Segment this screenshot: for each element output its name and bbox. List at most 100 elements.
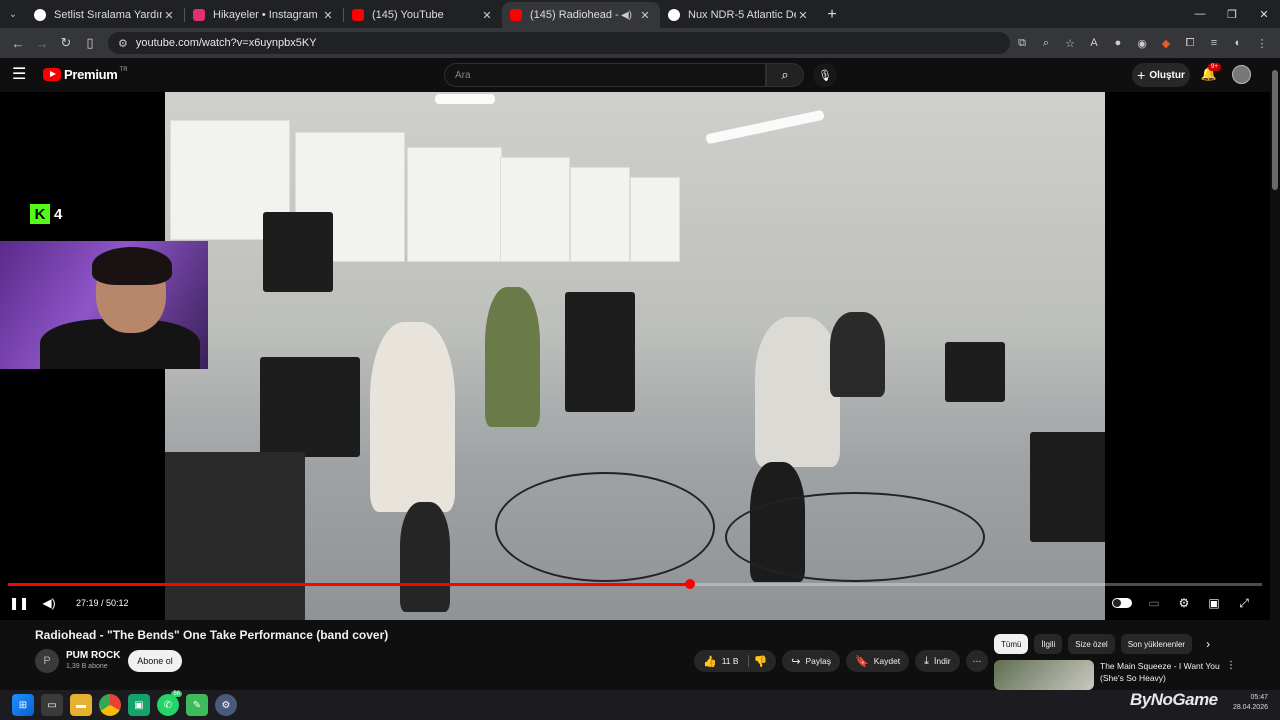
- chip-recent[interactable]: Son yüklenenler: [1120, 634, 1193, 654]
- address-bar: ← → ↻ ▯ ⚙ youtube.com/watch?v=x6uynpbx5K…: [0, 28, 1280, 58]
- extension-icon[interactable]: ●: [1106, 31, 1130, 55]
- fullscreen-icon[interactable]: ⤢: [1236, 594, 1252, 612]
- youtube-premium-logo[interactable]: Premium TR: [43, 67, 128, 82]
- reload-icon[interactable]: ↻: [54, 31, 78, 55]
- app-icon[interactable]: ▣: [128, 694, 150, 716]
- settings-gear-icon[interactable]: ⚙: [1176, 594, 1192, 612]
- speaker-icon[interactable]: ◀): [621, 10, 632, 21]
- browser-tab-instagram[interactable]: Hikayeler • Instagram ✕: [185, 2, 343, 28]
- windows-start-icon[interactable]: ⊞: [12, 694, 34, 716]
- install-icon[interactable]: ⧉: [1010, 31, 1034, 55]
- search-button[interactable]: ⌕: [766, 63, 804, 87]
- avatar[interactable]: [1232, 65, 1251, 84]
- share-icon: ↪: [791, 655, 801, 668]
- windows-taskbar: ⊞ ▭ ▬ ▣ ✆ 58 ✎ ⚙: [0, 690, 1280, 720]
- close-tab-icon[interactable]: ✕: [162, 9, 176, 22]
- clock-time: 05:47: [1250, 694, 1268, 701]
- player-controls-right: ▭ ⚙ ▣ ⤢: [1112, 594, 1252, 612]
- extension-icon[interactable]: ◉: [1130, 31, 1154, 55]
- create-button[interactable]: + Oluştur: [1132, 63, 1190, 87]
- page-scrollbar[interactable]: [1270, 58, 1280, 690]
- back-icon[interactable]: ←: [6, 31, 30, 55]
- extension-toolbar: ⧉ ⌕ ☆ A ● ◉ ◆ ⧠ ≡ ◐ ⋮: [1010, 31, 1274, 55]
- close-tab-icon[interactable]: ✕: [480, 9, 494, 22]
- tab-search-icon[interactable]: ⌄: [0, 0, 26, 28]
- speaker-cabinet: [263, 212, 333, 292]
- close-tab-icon[interactable]: ✕: [321, 9, 335, 22]
- browser-tab-youtube[interactable]: (145) YouTube ✕: [344, 2, 502, 28]
- browser-tab-setlist[interactable]: Setlist Sıralama Yardımı ✕: [26, 2, 184, 28]
- menu-icon[interactable]: ⋮: [1250, 31, 1274, 55]
- zoom-icon[interactable]: ⌕: [1034, 31, 1058, 55]
- more-icon[interactable]: ⋮: [1226, 660, 1236, 671]
- notepad-icon[interactable]: ✎: [186, 694, 208, 716]
- site-info-icon[interactable]: ⚙: [118, 37, 128, 50]
- chip-all[interactable]: Tümü: [994, 634, 1029, 654]
- streamer-webcam: [0, 241, 208, 369]
- video-frame[interactable]: [165, 92, 1105, 620]
- voice-search-icon[interactable]: 🎙: [813, 63, 837, 87]
- tab-title: Setlist Sıralama Yardımı: [54, 9, 162, 21]
- new-tab-button[interactable]: +: [818, 2, 846, 28]
- chip-related[interactable]: İlgili: [1034, 634, 1063, 654]
- settings-icon[interactable]: ⚙: [215, 694, 237, 716]
- search-input[interactable]: Ara: [444, 63, 766, 87]
- url-field[interactable]: ⚙ youtube.com/watch?v=x6uynpbx5KY: [108, 32, 1010, 54]
- bassist: [485, 287, 540, 427]
- subtitles-icon[interactable]: ▭: [1146, 594, 1162, 612]
- bass-amplifier: [565, 292, 635, 412]
- close-tab-icon[interactable]: ✕: [638, 9, 652, 22]
- autoplay-toggle[interactable]: [1112, 598, 1132, 608]
- theater-mode-icon[interactable]: ▣: [1206, 594, 1222, 612]
- webcam-hair: [92, 247, 172, 285]
- tab-favicon: [352, 9, 364, 21]
- video-player[interactable]: K 4 ❚❚ ◀) 27:19 / 50:12 ▭ ⚙ ▣ ⤢: [0, 92, 1270, 620]
- channel-name[interactable]: PUM ROCK: [66, 650, 120, 661]
- recommendation-thumbnail[interactable]: [994, 660, 1094, 690]
- extensions-puzzle-icon[interactable]: ⧠: [1178, 31, 1202, 55]
- keyboard-amplifier: [1030, 432, 1105, 542]
- floor-cable: [495, 472, 715, 582]
- recommendation-title[interactable]: The Main Squeeze - I Want You (She's So …: [1100, 660, 1220, 684]
- tab-title: (145) Radiohead - "The Ben: [530, 9, 621, 21]
- progress-bar[interactable]: [8, 579, 1262, 589]
- ceiling-light: [705, 109, 825, 145]
- extension-icon[interactable]: ◆: [1154, 31, 1178, 55]
- whatsapp-icon[interactable]: ✆ 58: [157, 691, 182, 716]
- thumbs-down-icon[interactable]: 👎: [754, 655, 768, 668]
- menu-icon[interactable]: ☰: [12, 66, 30, 84]
- media-control-icon[interactable]: ≡: [1202, 31, 1226, 55]
- save-button[interactable]: 🔖 Kaydet: [846, 650, 910, 672]
- scrollbar-thumb[interactable]: [1272, 70, 1278, 190]
- volume-icon[interactable]: ◀): [40, 594, 58, 612]
- bookmark-star-icon[interactable]: ☆: [1058, 31, 1082, 55]
- pause-icon[interactable]: ❚❚: [9, 594, 29, 612]
- file-explorer-icon[interactable]: ▬: [70, 694, 92, 716]
- notifications-bell-icon[interactable]: 🔔 9+: [1200, 63, 1221, 84]
- browser-tab-nux[interactable]: Nux NDR-5 Atlantic Delay ve R ✕: [660, 2, 818, 28]
- video-title: Radiohead - "The Bends" One Take Perform…: [35, 628, 389, 642]
- channel-avatar[interactable]: P: [35, 649, 59, 673]
- more-actions-button[interactable]: ⋯: [965, 650, 989, 672]
- forward-icon[interactable]: →: [30, 31, 54, 55]
- close-tab-icon[interactable]: ✕: [796, 9, 810, 22]
- restore-icon[interactable]: ❐: [1216, 0, 1248, 28]
- minimize-icon[interactable]: —: [1184, 0, 1216, 28]
- chip-for-you[interactable]: Size özel: [1068, 634, 1115, 654]
- close-window-icon[interactable]: ✕: [1248, 0, 1280, 28]
- tab-favicon: [193, 9, 205, 21]
- subscribe-button[interactable]: Abone ol: [128, 650, 182, 672]
- split-view-icon[interactable]: ▯: [78, 31, 102, 55]
- like-button[interactable]: 👍 11 B 👎: [694, 650, 777, 672]
- browser-tab-radiohead[interactable]: (145) Radiohead - "The Ben ◀) ✕: [502, 2, 660, 28]
- share-button[interactable]: ↪ Paylaş: [782, 650, 840, 672]
- download-icon: ⤓: [924, 654, 930, 667]
- download-button[interactable]: ⤓ İndir: [915, 650, 960, 672]
- chrome-icon[interactable]: [99, 694, 121, 716]
- chevron-right-icon[interactable]: ›: [1206, 637, 1210, 651]
- profile-icon[interactable]: ◐: [1226, 31, 1250, 55]
- thumbs-up-icon: 👍: [703, 655, 717, 668]
- kick-count: 4: [54, 205, 63, 223]
- task-view-icon[interactable]: ▭: [41, 694, 63, 716]
- translate-icon[interactable]: A: [1082, 31, 1106, 55]
